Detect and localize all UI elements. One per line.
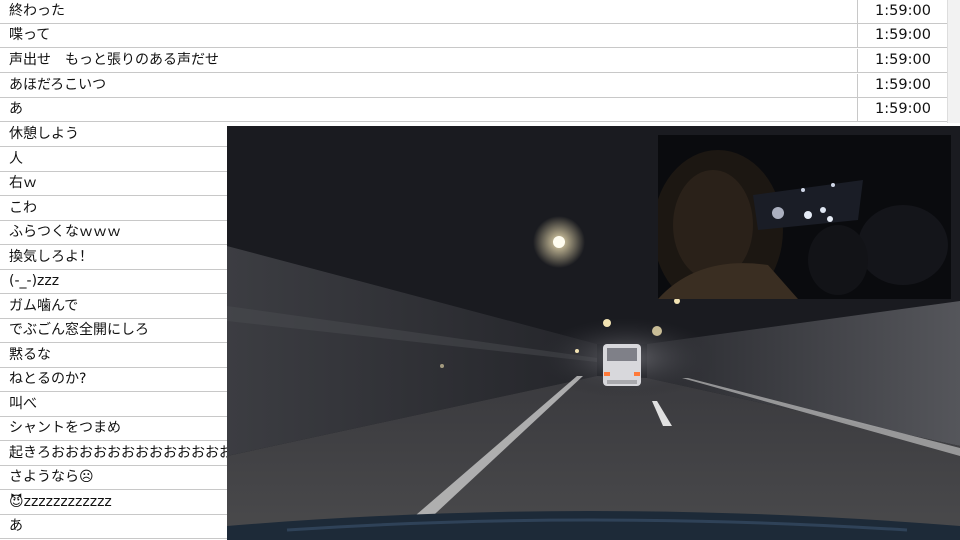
comment-row[interactable]: 叫べ xyxy=(0,393,228,417)
comment-text: 休憩しよう xyxy=(9,126,79,142)
comment-row[interactable]: でぶごん窓全開にしろ xyxy=(0,319,228,343)
comment-text: 起きろおおおおおおおおおおおおお xyxy=(9,445,228,461)
comment-row[interactable]: 終わった 1:59:00 xyxy=(0,0,960,24)
comment-text: 声出せ もっと張りのある声だせ xyxy=(9,52,219,68)
comment-text: こわ xyxy=(9,200,37,216)
webcam-overlay xyxy=(658,135,951,299)
comment-text: あ xyxy=(9,101,23,117)
comment-row[interactable]: ふらつくなｗｗｗ xyxy=(0,221,228,245)
webcam-scene xyxy=(658,135,951,299)
comment-time: 1:59:00 xyxy=(857,98,948,121)
comment-text: でぶごん窓全開にしろ xyxy=(9,322,149,338)
comment-row[interactable]: ねとるのか? xyxy=(0,368,228,392)
comment-row[interactable]: 換気しろよ！ xyxy=(0,246,228,270)
comment-row[interactable]: 人 xyxy=(0,148,228,172)
comment-row[interactable]: あ 1:59:00 xyxy=(0,98,960,122)
comment-row[interactable]: こわ xyxy=(0,197,228,221)
comment-text: (-_-)zzz xyxy=(9,273,60,289)
comment-text: 終わった xyxy=(9,3,65,19)
comment-time: 1:59:00 xyxy=(857,0,948,23)
comment-text: ねとるのか? xyxy=(9,371,87,387)
comment-row[interactable]: 起きろおおおおおおおおおおおおお xyxy=(0,442,228,466)
comment-row[interactable]: 黙るな xyxy=(0,344,228,368)
comment-text: 叫べ xyxy=(9,396,37,412)
comment-text: さようなら☹ xyxy=(9,469,94,485)
comment-row[interactable]: あほだろこいつ 1:59:00 xyxy=(0,74,960,98)
comment-text: 😈zzzzzzzzzzzz xyxy=(9,494,112,510)
comment-text: あほだろこいつ xyxy=(9,77,107,93)
comment-row[interactable]: 喋って 1:59:00 xyxy=(0,24,960,48)
comment-row[interactable]: 声出せ もっと張りのある声だせ 1:59:00 xyxy=(0,49,960,73)
comment-row[interactable]: シャントをつまめ xyxy=(0,417,228,441)
comment-row[interactable]: 休憩しよう xyxy=(0,123,228,147)
comment-scrollbar[interactable] xyxy=(947,0,960,123)
comment-text: 黙るな xyxy=(9,347,51,363)
comment-row[interactable]: あ xyxy=(0,515,228,539)
comment-text: 右ｗ xyxy=(9,175,37,191)
comment-text: 喋って xyxy=(9,27,51,43)
comment-text: 人 xyxy=(9,151,23,167)
comment-text: ふらつくなｗｗｗ xyxy=(9,224,121,240)
comment-row[interactable]: ガム噛んで xyxy=(0,295,228,319)
comment-text: 換気しろよ！ xyxy=(9,249,93,265)
comment-text: あ xyxy=(9,518,23,534)
comment-time: 1:59:00 xyxy=(857,74,948,97)
comment-row[interactable]: 😈zzzzzzzzzzzz xyxy=(0,491,228,515)
comment-time: 1:59:00 xyxy=(857,49,948,72)
comment-text: シャントをつまめ xyxy=(9,420,121,436)
comment-row[interactable]: 右ｗ xyxy=(0,172,228,196)
comment-time: 1:59:00 xyxy=(857,24,948,47)
comment-row[interactable]: さようなら☹ xyxy=(0,466,228,490)
comment-text: ガム噛んで xyxy=(9,298,79,314)
comment-row[interactable]: (-_-)zzz xyxy=(0,270,228,294)
